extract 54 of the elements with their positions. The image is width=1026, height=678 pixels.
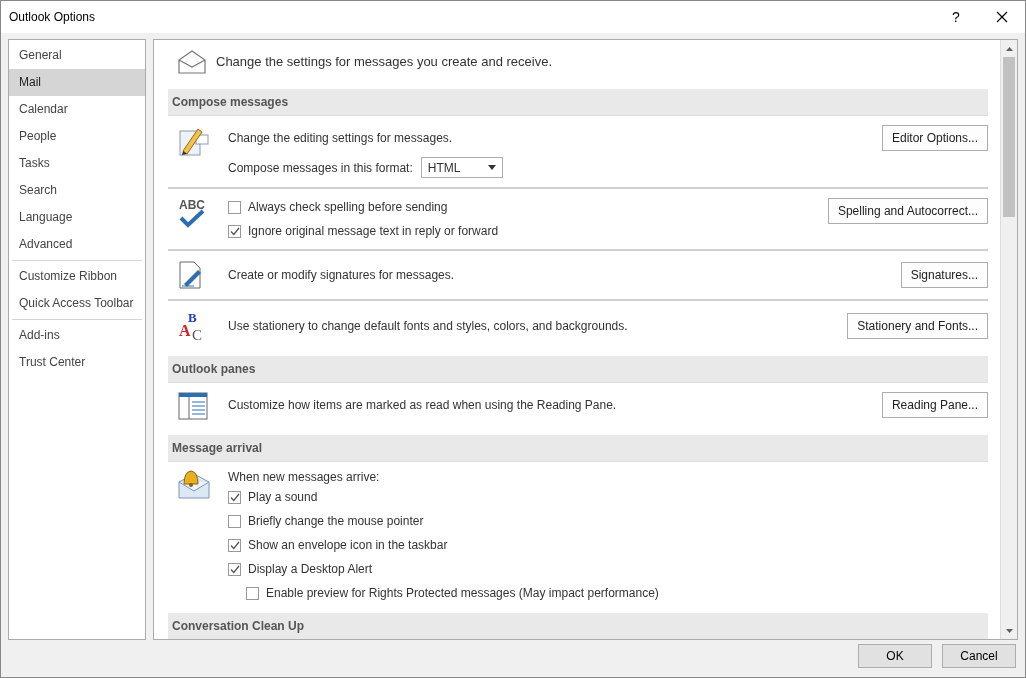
sidebar-item[interactable]: Mail <box>9 69 145 96</box>
window-title: Outlook Options <box>9 9 97 26</box>
sidebar-item[interactable]: Tasks <box>9 150 145 177</box>
sidebar-item[interactable]: Trust Center <box>9 349 145 376</box>
setting-text: Change the editing settings for messages. <box>228 130 454 147</box>
checkmark-icon <box>229 492 240 502</box>
scrollbar-thumb[interactable] <box>1003 57 1015 217</box>
sidebar-item[interactable]: General <box>9 42 145 69</box>
vertical-scrollbar[interactable] <box>1000 40 1017 639</box>
dialog-button[interactable]: OK <box>858 644 932 668</box>
intro-text: Change the settings for messages you create and receive. <box>216 53 553 72</box>
reading-pane-icon <box>178 392 208 420</box>
checkbox[interactable]: Briefly change the mouse pointer <box>228 512 988 530</box>
setting-text: Customize how items are marked as read when using the Reading Pane. <box>228 397 618 414</box>
arrow-up-icon[interactable] <box>1005 46 1013 51</box>
sidebar-item[interactable]: Search <box>9 177 145 204</box>
envelope-icon <box>178 50 206 74</box>
option-button[interactable]: Signatures... <box>900 262 988 288</box>
help-button[interactable]: ? <box>933 1 979 33</box>
setting-text: Create or modify signatures for messages. <box>228 267 456 284</box>
option-button[interactable]: Reading Pane... <box>881 392 988 418</box>
option-button[interactable]: Stationery and Fonts... <box>847 313 988 339</box>
checkmark-icon <box>229 540 240 550</box>
format-label: Compose messages in this format: <box>228 159 413 177</box>
checkmark-icon <box>229 564 240 574</box>
close-icon[interactable] <box>996 11 1008 23</box>
arrow-down-icon[interactable] <box>1005 628 1013 633</box>
checkmark-icon <box>229 226 240 236</box>
section-heading: Compose messages <box>168 89 988 116</box>
section-heading: Conversation Clean Up <box>168 613 988 639</box>
letters-icon: B AC <box>178 310 210 342</box>
checkbox[interactable]: Ignore original message text in reply or forward <box>228 222 820 240</box>
checkbox[interactable]: Show an envelope icon in the taskbar <box>228 536 988 554</box>
setting-text: When new messages arrive: <box>228 469 381 486</box>
checkbox[interactable]: Display a Desktop Alert <box>228 560 988 578</box>
bell-envelope-icon <box>178 468 210 500</box>
option-button[interactable]: Editor Options... <box>881 125 988 151</box>
sidebar-item[interactable]: Customize Ribbon <box>9 263 145 290</box>
sidebar-item[interactable]: Advanced <box>9 231 145 258</box>
checkbox[interactable]: Play a sound <box>228 488 988 506</box>
sidebar-item[interactable]: People <box>9 123 145 150</box>
format-dropdown[interactable]: HTML <box>420 157 503 178</box>
checkbox[interactable]: Always check spelling before sending <box>228 198 820 216</box>
checkbox[interactable]: Enable preview for Rights Protected messages (May impact performance) <box>246 584 988 602</box>
option-button[interactable]: Spelling and Autocorrect... <box>827 198 988 224</box>
caret-icon <box>487 165 496 170</box>
setting-text: Use stationery to change default fonts and styles, colors, and backgrounds. <box>228 318 629 335</box>
sidebar-item[interactable]: Language <box>9 204 145 231</box>
sidebar-item[interactable]: Add-ins <box>9 322 145 349</box>
sidebar-item[interactable]: Quick Access Toolbar <box>9 290 145 317</box>
section-heading: Outlook panes <box>168 356 988 383</box>
dialog-button[interactable]: Cancel <box>942 644 1016 668</box>
sidebar-item[interactable]: Calendar <box>9 96 145 123</box>
section-heading: Message arrival <box>168 435 988 462</box>
